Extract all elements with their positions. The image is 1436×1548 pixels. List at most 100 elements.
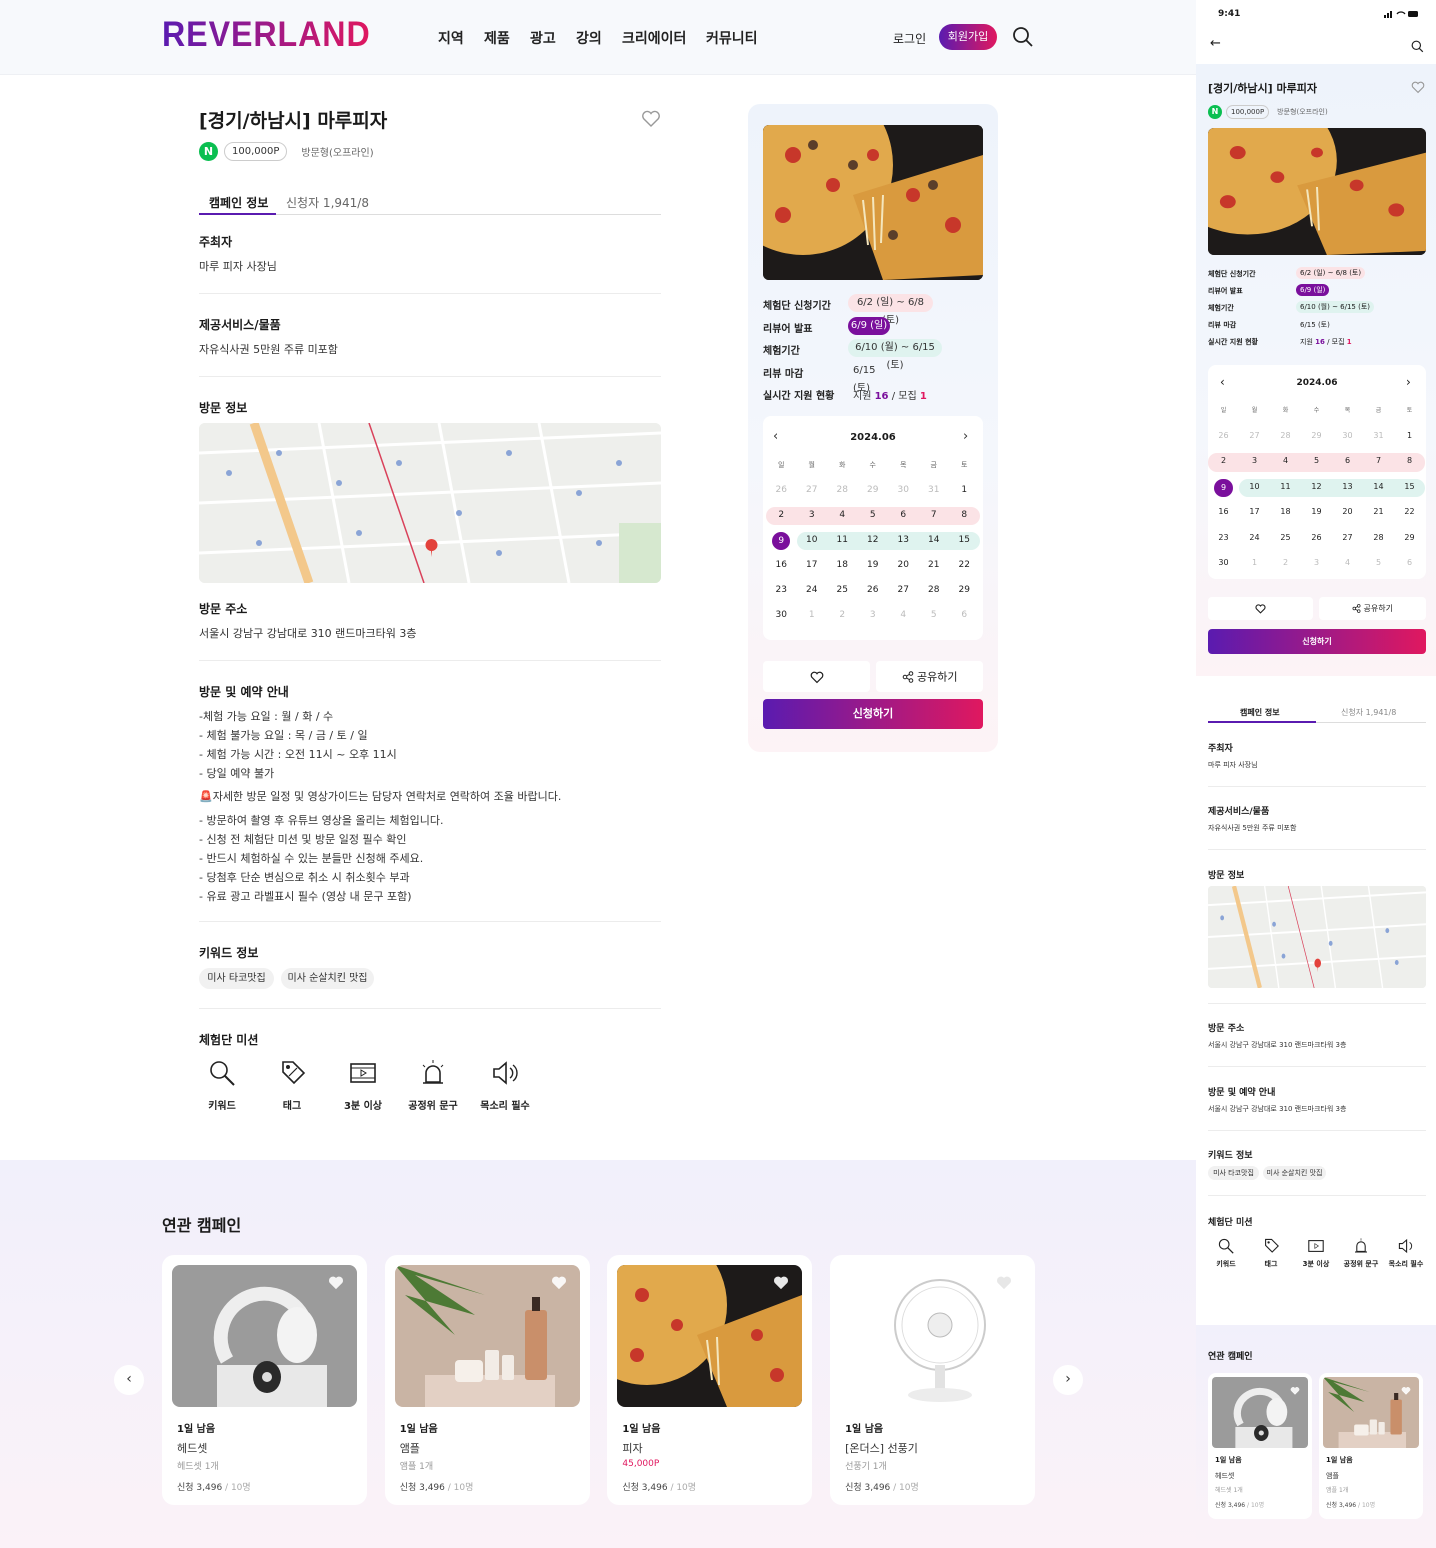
related-like[interactable] xyxy=(328,1275,344,1295)
nav-item-lecture[interactable]: 강의 xyxy=(576,28,602,48)
calendar-day[interactable]: 2 xyxy=(1270,558,1301,567)
related-like[interactable] xyxy=(1290,1381,1300,1400)
calendar-day[interactable]: 5 xyxy=(1301,456,1332,465)
related-card[interactable]: 1일 남음 앰플 앰플 1개 신청 3,496 / 10명 xyxy=(384,1255,590,1505)
calendar-day[interactable]: 4 xyxy=(1270,456,1301,465)
calendar-day[interactable]: 28 xyxy=(1270,431,1301,440)
heart-icon[interactable] xyxy=(1290,1386,1300,1396)
calendar-day[interactable]: 8 xyxy=(949,510,980,520)
calendar-day[interactable]: 21 xyxy=(919,560,950,570)
calendar-day[interactable]: 31 xyxy=(919,485,950,495)
calendar-day[interactable]: 7 xyxy=(919,510,950,520)
heart-icon[interactable] xyxy=(551,1275,567,1291)
calendar-day[interactable]: 28 xyxy=(919,585,950,595)
calendar-day[interactable]: 5 xyxy=(858,510,889,520)
calendar-day[interactable]: 22 xyxy=(1394,507,1425,516)
calendar-day[interactable]: 18 xyxy=(1270,507,1301,516)
calendar-day[interactable]: 2 xyxy=(766,510,797,520)
calendar-day[interactable]: 21 xyxy=(1363,507,1394,516)
related-like[interactable] xyxy=(773,1275,789,1295)
calendar-day[interactable]: 12 xyxy=(1301,482,1332,491)
next-month-button[interactable]: › xyxy=(963,429,968,444)
calendar-day[interactable]: 24 xyxy=(1239,533,1270,542)
calendar-day[interactable]: 20 xyxy=(888,560,919,570)
calendar-day[interactable]: 1 xyxy=(1394,431,1425,440)
map[interactable] xyxy=(199,423,661,583)
calendar-day[interactable]: 3 xyxy=(797,510,828,520)
calendar-day[interactable]: 28 xyxy=(827,485,858,495)
calendar-day[interactable]: 4 xyxy=(1332,558,1363,567)
related-like[interactable] xyxy=(551,1275,567,1295)
calendar-day[interactable]: 9 xyxy=(772,532,791,550)
nav-item-ad[interactable]: 광고 xyxy=(530,28,556,48)
calendar-day[interactable]: 26 xyxy=(1208,431,1239,440)
calendar-day[interactable]: 26 xyxy=(766,485,797,495)
calendar-day[interactable]: 3 xyxy=(1239,456,1270,465)
related-card[interactable]: 1일 남음 앰플 앰플 1개 신청 3,496 / 10명 xyxy=(1319,1373,1423,1519)
calendar-day[interactable]: 6 xyxy=(949,610,980,620)
calendar-day[interactable]: 17 xyxy=(797,560,828,570)
tab-applicants[interactable]: 신청자 1,941/8 xyxy=(286,194,369,211)
calendar-day[interactable]: 10 xyxy=(1239,482,1270,491)
apply-button[interactable]: 신청하기 xyxy=(763,699,983,729)
calendar-day[interactable]: 25 xyxy=(1270,533,1301,542)
calendar-day[interactable]: 17 xyxy=(1239,507,1270,516)
calendar-day[interactable]: 10 xyxy=(797,535,828,545)
calendar-day[interactable]: 12 xyxy=(858,535,889,545)
share-button[interactable]: 공유하기 xyxy=(876,661,983,692)
calendar-day[interactable]: 16 xyxy=(766,560,797,570)
related-like[interactable] xyxy=(1401,1381,1411,1400)
calendar-day[interactable]: 6 xyxy=(1394,558,1425,567)
related-prev-button[interactable]: ‹ xyxy=(114,1365,144,1395)
calendar-day[interactable]: 11 xyxy=(1270,482,1301,491)
calendar-day[interactable]: 4 xyxy=(888,610,919,620)
heart-icon[interactable] xyxy=(996,1275,1012,1291)
tab-campaign-info[interactable]: 캠페인 정보 xyxy=(209,194,268,211)
map[interactable] xyxy=(1208,886,1426,988)
calendar-day[interactable]: 30 xyxy=(1332,431,1363,440)
login-link[interactable]: 로그인 xyxy=(893,30,926,47)
nav-item-product[interactable]: 제품 xyxy=(484,28,510,48)
calendar-day[interactable]: 18 xyxy=(827,560,858,570)
related-card[interactable]: 1일 남음 헤드셋 헤드셋 1개 신청 3,496 / 10명 xyxy=(162,1255,367,1505)
calendar-day[interactable]: 1 xyxy=(797,610,828,620)
tab-applicants[interactable]: 신청자 1,941/8 xyxy=(1341,707,1396,718)
next-month-button[interactable]: › xyxy=(1406,375,1411,389)
calendar-day[interactable]: 13 xyxy=(888,535,919,545)
heart-icon[interactable] xyxy=(1411,81,1425,94)
calendar-day[interactable]: 22 xyxy=(949,560,980,570)
calendar-day[interactable]: 27 xyxy=(1239,431,1270,440)
calendar-day[interactable]: 29 xyxy=(949,585,980,595)
related-like[interactable] xyxy=(996,1275,1012,1295)
calendar-day[interactable]: 26 xyxy=(1301,533,1332,542)
related-card[interactable]: 1일 남음 피자 45,000P 신청 3,496 / 10명 xyxy=(607,1255,813,1505)
calendar-day[interactable]: 3 xyxy=(1301,558,1332,567)
calendar-day[interactable]: 30 xyxy=(1208,558,1239,567)
heart-icon[interactable] xyxy=(328,1275,344,1291)
calendar-day[interactable]: 27 xyxy=(797,485,828,495)
calendar-day[interactable]: 23 xyxy=(766,585,797,595)
calendar-day[interactable]: 2 xyxy=(1208,456,1239,465)
calendar-day[interactable]: 24 xyxy=(797,585,828,595)
tab-campaign-info[interactable]: 캠페인 정보 xyxy=(1240,707,1280,718)
calendar-day[interactable]: 6 xyxy=(888,510,919,520)
calendar-day[interactable]: 14 xyxy=(919,535,950,545)
calendar-day[interactable]: 30 xyxy=(766,610,797,620)
calendar-day[interactable]: 3 xyxy=(858,610,889,620)
calendar-day[interactable]: 23 xyxy=(1208,533,1239,542)
nav-item-creator[interactable]: 크리에이터 xyxy=(622,28,686,48)
calendar-day[interactable]: 19 xyxy=(858,560,889,570)
calendar-day[interactable]: 29 xyxy=(1394,533,1425,542)
calendar-day[interactable]: 27 xyxy=(888,585,919,595)
calendar-day[interactable]: 30 xyxy=(888,485,919,495)
calendar-day[interactable]: 5 xyxy=(1363,558,1394,567)
calendar-day[interactable]: 31 xyxy=(1363,431,1394,440)
like-button[interactable] xyxy=(1208,597,1313,620)
calendar-day[interactable]: 16 xyxy=(1208,507,1239,516)
heart-icon[interactable] xyxy=(641,110,661,128)
search-icon[interactable] xyxy=(1411,40,1424,53)
calendar-day[interactable]: 8 xyxy=(1394,456,1425,465)
calendar-day[interactable]: 4 xyxy=(827,510,858,520)
calendar-day[interactable]: 29 xyxy=(858,485,889,495)
calendar-day[interactable]: 25 xyxy=(827,585,858,595)
